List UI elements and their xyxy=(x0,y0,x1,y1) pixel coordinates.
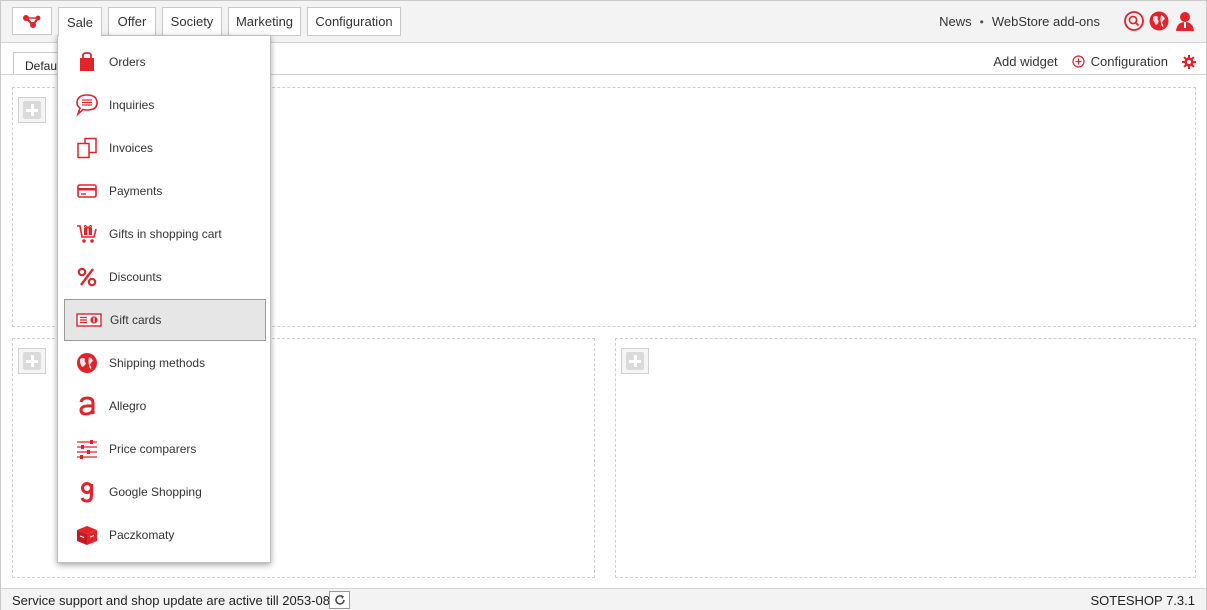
menu-item-label: Discounts xyxy=(109,270,162,284)
documents-icon xyxy=(77,137,97,159)
tab-offer-label: Offer xyxy=(117,14,147,29)
tab-configuration-label: Configuration xyxy=(315,14,393,29)
add-widget-button-bottom-left[interactable] xyxy=(18,348,46,374)
tab-marketing[interactable]: Marketing xyxy=(228,7,301,36)
sale-dropdown-menu: Orders Inquiries Invoices Payments Gifts… xyxy=(57,35,271,563)
tab-sale-label: Sale xyxy=(66,14,94,30)
menu-item-label: Paczkomaty xyxy=(109,528,175,542)
top-links: News • WebStore add-ons xyxy=(939,14,1100,29)
menu-item-label: Shipping methods xyxy=(109,356,206,370)
plus-icon xyxy=(23,101,41,119)
add-widget-link[interactable]: Add widget xyxy=(993,54,1057,69)
menu-item-google-shopping[interactable]: Google Shopping xyxy=(64,471,266,513)
menu-item-label: Gifts in shopping cart xyxy=(109,227,222,241)
menu-item-price-comparers[interactable]: Price comparers xyxy=(64,428,266,470)
percent-icon xyxy=(77,267,97,287)
tab-society[interactable]: Society xyxy=(162,7,222,36)
gift-card-icon xyxy=(76,313,102,327)
shopping-bag-icon xyxy=(80,52,94,71)
refresh-button[interactable] xyxy=(329,591,350,609)
home-logo-button[interactable] xyxy=(12,7,52,35)
menu-item-label: Invoices xyxy=(109,141,154,155)
menu-item-orders[interactable]: Orders xyxy=(64,41,266,83)
plus-circle-icon xyxy=(1072,55,1085,68)
chat-bubble-icon xyxy=(76,94,98,117)
search-button[interactable] xyxy=(1124,11,1144,31)
menu-item-label: Payments xyxy=(109,184,163,198)
version-label: SOTESHOP 7.3.1 xyxy=(1090,593,1195,608)
menu-item-label: Google Shopping xyxy=(109,485,202,499)
user-icon xyxy=(1176,12,1194,31)
allegro-icon xyxy=(79,396,95,416)
tab-sale[interactable]: Sale xyxy=(58,7,102,37)
refresh-icon xyxy=(334,595,345,605)
menu-item-gift-cards[interactable]: Gift cards xyxy=(64,299,266,341)
menu-item-label: Orders xyxy=(109,55,146,69)
support-status-text: Service support and shop update are acti… xyxy=(12,593,349,608)
menu-item-label: Allegro xyxy=(109,399,147,413)
menu-item-label: Gift cards xyxy=(110,313,162,327)
user-button[interactable] xyxy=(1175,11,1195,31)
link-separator: • xyxy=(979,14,984,29)
globe-icon xyxy=(1149,11,1169,31)
menu-item-invoices[interactable]: Invoices xyxy=(64,127,266,169)
soteshop-logo-icon xyxy=(23,15,41,28)
tab-offer[interactable]: Offer xyxy=(108,7,156,36)
add-widget-button-top[interactable] xyxy=(18,97,46,123)
plus-icon xyxy=(23,352,41,370)
add-widget-button-bottom-right[interactable] xyxy=(621,348,649,374)
plus-icon xyxy=(626,352,644,370)
tab-configuration[interactable]: Configuration xyxy=(307,7,401,36)
gear-icon[interactable] xyxy=(1182,54,1196,69)
sliders-icon xyxy=(77,440,97,459)
dashboard-configuration-link[interactable]: Configuration xyxy=(1091,54,1168,69)
news-link[interactable]: News xyxy=(939,14,972,29)
menu-item-label: Inquiries xyxy=(109,98,155,112)
tab-society-label: Society xyxy=(170,14,214,29)
status-bar: Service support and shop update are acti… xyxy=(1,588,1206,610)
credit-card-icon xyxy=(77,184,97,198)
menu-item-gifts-in-cart[interactable]: Gifts in shopping cart xyxy=(64,213,266,255)
menu-item-inquiries[interactable]: Inquiries xyxy=(64,84,266,126)
menu-item-allegro[interactable]: Allegro xyxy=(64,385,266,427)
menu-item-payments[interactable]: Payments xyxy=(64,170,266,212)
parcel-box-icon xyxy=(77,526,97,545)
menu-item-label: Price comparers xyxy=(109,442,197,456)
menu-item-shipping-methods[interactable]: Shipping methods xyxy=(64,342,266,384)
tab-marketing-label: Marketing xyxy=(235,14,294,29)
google-g-icon xyxy=(80,482,93,503)
dashboard-tab-default[interactable]: Default xyxy=(13,52,63,75)
search-icon xyxy=(1124,11,1144,31)
dashboard-actions: Add widget Configuration xyxy=(993,54,1196,69)
language-button[interactable] xyxy=(1149,11,1169,31)
widget-area-bottom-right xyxy=(615,338,1196,578)
menu-item-paczkomaty[interactable]: Paczkomaty xyxy=(64,514,266,556)
webstore-addons-link[interactable]: WebStore add-ons xyxy=(992,14,1100,29)
gift-cart-icon xyxy=(77,224,97,243)
globe-shipping-icon xyxy=(77,353,97,373)
menu-item-discounts[interactable]: Discounts xyxy=(64,256,266,298)
